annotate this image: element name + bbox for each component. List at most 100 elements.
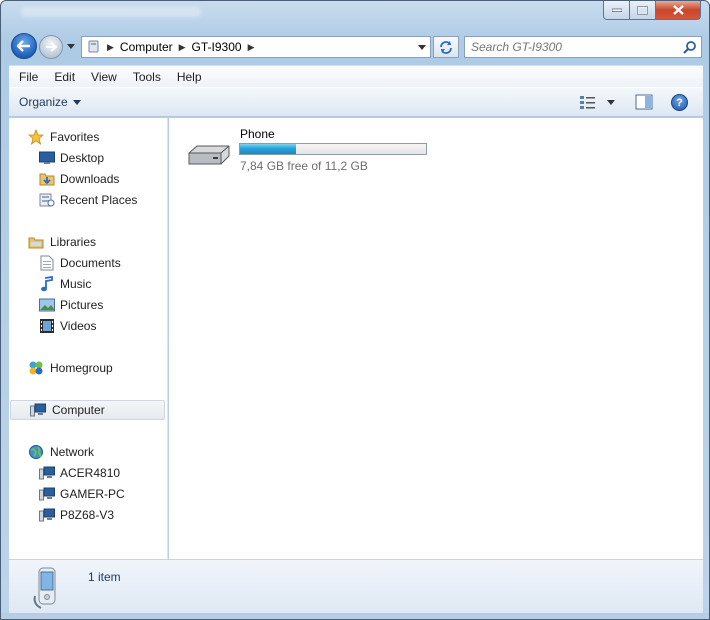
nav-item-acer4810[interactable]: ACER4810 [9, 463, 166, 483]
search-box[interactable] [464, 36, 702, 58]
search-input[interactable] [465, 37, 675, 57]
computer-icon [39, 486, 55, 502]
nav-item-desktop[interactable]: Desktop [9, 148, 166, 168]
crumb-separator[interactable]: ▶ [107, 42, 114, 53]
nav-favorites-label: Favorites [50, 130, 100, 144]
caption-buttons [603, 1, 701, 20]
nav-item-label: P8Z68-V3 [60, 508, 115, 522]
preview-pane-icon [635, 94, 653, 110]
desktop-icon [39, 150, 55, 166]
portable-drive-icon [185, 144, 233, 171]
nav-favorites[interactable]: Favorites [9, 127, 166, 147]
phone-device-icon [31, 566, 63, 613]
minimize-button[interactable] [603, 1, 630, 20]
navigation-bar: ▶ Computer ▶ GT-I9300 ▶ [9, 31, 703, 63]
chevron-down-icon [67, 43, 75, 49]
videos-icon [39, 318, 55, 334]
nav-item-pictures[interactable]: Pictures [9, 295, 166, 315]
navigation-pane: Favorites Desktop Downloads Recent Place… [9, 118, 168, 559]
drive-free-space: 7,84 GB free of 11,2 GB [240, 159, 368, 173]
back-arrow-icon [17, 40, 30, 52]
command-bar: Organize ? [9, 87, 703, 117]
menu-file[interactable]: File [9, 70, 44, 84]
homegroup-icon [28, 360, 44, 376]
computer-icon [39, 507, 55, 523]
downloads-folder-icon [39, 171, 55, 187]
nav-item-label: GAMER-PC [60, 487, 125, 501]
drive-item-phone[interactable]: Phone 7,84 GB free of 11,2 GB [185, 126, 435, 174]
forward-button[interactable] [39, 35, 63, 59]
crumb-gt-i9300[interactable]: GT-I9300 [192, 40, 242, 54]
menu-edit[interactable]: Edit [44, 70, 81, 84]
menu-tools[interactable]: Tools [123, 70, 167, 84]
window-bottom-edge [1, 613, 709, 619]
explorer-window: ▶ Computer ▶ GT-I9300 ▶ File Edit View T… [0, 0, 710, 620]
nav-item-gamer-pc[interactable]: GAMER-PC [9, 484, 166, 504]
search-icon[interactable] [683, 40, 697, 54]
nav-homegroup[interactable]: Homegroup [9, 358, 166, 378]
drive-usage-bar [239, 143, 427, 155]
nav-item-label: Documents [60, 256, 121, 270]
nav-item-label: Pictures [60, 298, 104, 312]
nav-network-label: Network [50, 445, 95, 459]
minimize-icon [611, 8, 622, 12]
change-view-button[interactable] [579, 94, 615, 110]
computer-icon [39, 465, 55, 481]
maximize-button[interactable] [630, 1, 656, 20]
refresh-icon [440, 41, 452, 54]
recent-places-icon [39, 192, 55, 208]
close-icon [672, 5, 684, 15]
chevron-down-icon[interactable] [418, 41, 426, 53]
help-button[interactable]: ? [671, 94, 688, 111]
star-icon [28, 129, 44, 145]
title-bar[interactable] [1, 1, 709, 27]
nav-item-documents[interactable]: Documents [9, 253, 166, 273]
forward-arrow-icon [46, 42, 57, 52]
nav-item-label: Downloads [60, 172, 120, 186]
close-button[interactable] [656, 1, 701, 20]
nav-item-downloads[interactable]: Downloads [9, 169, 166, 189]
organize-button[interactable]: Organize [19, 95, 81, 109]
crumb-separator[interactable]: ▶ [248, 42, 255, 53]
menu-view[interactable]: View [81, 70, 123, 84]
nav-computer-label: Computer [52, 403, 105, 417]
libraries-icon [28, 234, 44, 250]
back-button[interactable] [11, 33, 37, 59]
music-note-icon [39, 276, 55, 292]
file-list-area[interactable]: Phone 7,84 GB free of 11,2 GB [169, 118, 703, 559]
nav-libraries-label: Libraries [50, 235, 97, 249]
refresh-button[interactable] [433, 36, 459, 58]
nav-item-recent-places[interactable]: Recent Places [9, 190, 166, 210]
nav-item-videos[interactable]: Videos [9, 316, 166, 336]
nav-item-p8z68-v3[interactable]: P8Z68-V3 [9, 505, 166, 525]
nav-libraries[interactable]: Libraries [9, 232, 166, 252]
nav-homegroup-label: Homegroup [50, 361, 113, 375]
preview-pane-button[interactable] [635, 94, 653, 113]
drive-usage-fill [240, 144, 296, 154]
drive-name: Phone [240, 127, 275, 141]
menu-help[interactable]: Help [167, 70, 208, 84]
crumb-computer[interactable]: Computer [120, 40, 173, 54]
nav-network[interactable]: Network [9, 442, 166, 462]
nav-item-label: Music [60, 277, 92, 291]
recent-pages-button[interactable] [66, 41, 76, 51]
details-pane: 1 item [9, 559, 703, 613]
help-icon: ? [676, 96, 683, 109]
documents-icon [39, 255, 55, 271]
nav-item-label: ACER4810 [60, 466, 121, 480]
nav-item-music[interactable]: Music [9, 274, 166, 294]
nav-item-label: Videos [60, 319, 97, 333]
chevron-down-icon[interactable] [607, 99, 615, 105]
crumb-separator[interactable]: ▶ [179, 42, 186, 53]
nav-computer[interactable]: Computer [10, 400, 165, 420]
computer-icon [30, 402, 46, 418]
network-globe-icon [28, 444, 44, 460]
maximize-icon [637, 5, 648, 15]
nav-item-label: Recent Places [60, 193, 138, 207]
address-bar[interactable]: ▶ Computer ▶ GT-I9300 ▶ [81, 36, 431, 58]
nav-item-label: Desktop [60, 151, 105, 165]
pictures-icon [39, 297, 55, 313]
organize-label: Organize [19, 95, 68, 109]
view-details-icon [580, 96, 595, 109]
item-count: 1 item [88, 570, 121, 584]
